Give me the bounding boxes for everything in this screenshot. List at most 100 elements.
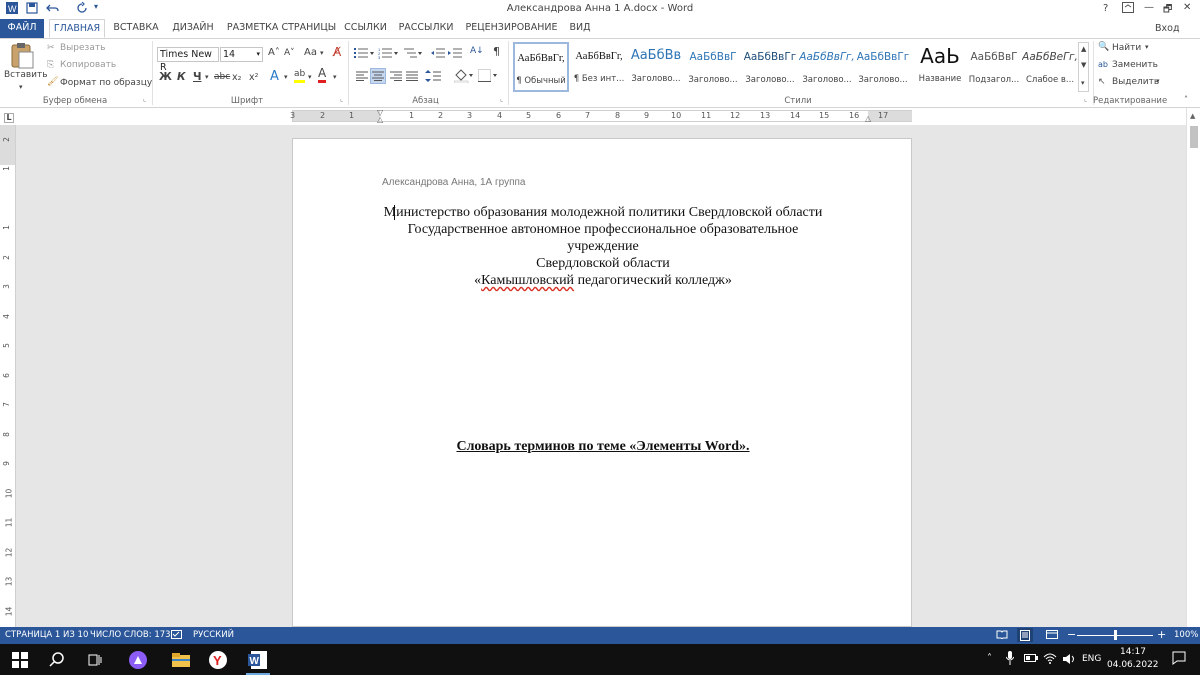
read-mode-icon[interactable]: [996, 630, 1008, 642]
minimize-button[interactable]: —: [1144, 2, 1154, 13]
line-spacing-icon[interactable]: [425, 70, 445, 85]
right-indent-icon[interactable]: △: [865, 114, 871, 123]
battery-icon[interactable]: [1024, 654, 1038, 665]
show-marks-button[interactable]: ¶: [493, 45, 500, 58]
language-status[interactable]: РУССКИЙ: [193, 630, 234, 640]
alice-assistant-icon[interactable]: [128, 650, 148, 670]
select-button[interactable]: Выделить: [1112, 77, 1159, 87]
task-view-icon[interactable]: [85, 650, 105, 670]
bold-button[interactable]: Ж: [159, 71, 172, 83]
font-name-combo[interactable]: Times New R: [157, 47, 219, 73]
print-layout-icon[interactable]: [1017, 628, 1033, 642]
increase-indent-icon[interactable]: [448, 47, 462, 62]
input-language[interactable]: ENG: [1082, 654, 1101, 664]
strikethrough-button[interactable]: abc: [214, 72, 230, 82]
styles-launcher-icon[interactable]: ⌞: [1084, 95, 1087, 103]
volume-icon[interactable]: [1062, 653, 1076, 668]
select-dropdown-icon[interactable]: ▾: [1156, 77, 1160, 85]
borders-icon[interactable]: [478, 69, 498, 86]
styles-down-icon[interactable]: ▼: [1081, 61, 1086, 69]
yandex-browser-icon[interactable]: Y: [208, 650, 228, 670]
paste-button[interactable]: Вставить: [4, 70, 48, 80]
zoom-level[interactable]: 100%: [1174, 630, 1198, 640]
align-left-icon[interactable]: [356, 71, 368, 84]
copy-icon[interactable]: ⎘: [47, 60, 54, 70]
document-page[interactable]: Александрова Анна, 1А группа Министерств…: [292, 138, 912, 627]
cut-button[interactable]: Вырезать: [60, 43, 105, 53]
style-subtle-emphasis[interactable]: АаБбВеГг, Слабое в...: [1022, 42, 1078, 92]
paste-dropdown-icon[interactable]: ▾: [19, 83, 23, 91]
style-normal[interactable]: АаБбВвГг, ¶ Обычный: [513, 42, 569, 92]
style-no-spacing[interactable]: АаБбВвГг, ¶ Без инт...: [571, 42, 627, 92]
subscript-button[interactable]: x₂: [232, 72, 241, 83]
find-icon[interactable]: 🔍: [1098, 42, 1109, 52]
style-title[interactable]: АаЬ Название: [912, 42, 968, 92]
multilevel-list-icon[interactable]: [402, 47, 422, 62]
scroll-up-icon[interactable]: ▲: [1190, 112, 1195, 120]
clipboard-launcher-icon[interactable]: ⌞: [143, 95, 146, 103]
tab-home[interactable]: ГЛАВНАЯ: [49, 19, 105, 38]
file-explorer-icon[interactable]: [171, 650, 191, 670]
tab-view[interactable]: ВИД: [565, 19, 595, 38]
tab-layout[interactable]: РАЗМЕТКА СТРАНИЦЫ: [225, 19, 338, 38]
word-taskbar-icon[interactable]: W: [248, 650, 268, 670]
web-layout-icon[interactable]: [1046, 630, 1058, 642]
collapse-ribbon-icon[interactable]: ˄: [1184, 95, 1188, 104]
help-button[interactable]: ?: [1103, 3, 1108, 14]
page-count-status[interactable]: СТРАНИЦА 1 ИЗ 10: [5, 630, 88, 640]
style-heading-4[interactable]: АаБбВвГг, Заголово...: [799, 42, 855, 92]
superscript-button[interactable]: x²: [249, 72, 258, 83]
align-right-icon[interactable]: [390, 71, 402, 84]
tray-chevron-icon[interactable]: ˄: [987, 653, 992, 664]
copy-button[interactable]: Копировать: [60, 60, 116, 70]
style-heading-2[interactable]: АаБбВвГ Заголово...: [685, 42, 741, 92]
styles-more-icon[interactable]: ▾: [1081, 79, 1085, 87]
replace-icon[interactable]: ab: [1098, 60, 1108, 69]
find-button[interactable]: Найти: [1112, 43, 1141, 53]
tab-file[interactable]: ФАЙЛ: [0, 19, 44, 38]
underline-button[interactable]: Ч: [193, 71, 202, 83]
paragraph-launcher-icon[interactable]: ⌞: [500, 95, 503, 103]
highlight-dropdown-icon[interactable]: ▾: [308, 73, 312, 81]
sign-in-link[interactable]: Вход: [1155, 23, 1180, 34]
scroll-thumb[interactable]: [1190, 126, 1198, 148]
ribbon-display-icon[interactable]: [1122, 2, 1134, 16]
zoom-out-button[interactable]: −: [1067, 628, 1076, 641]
bullets-icon[interactable]: [354, 47, 374, 62]
underline-dropdown-icon[interactable]: ▾: [205, 73, 209, 81]
microphone-icon[interactable]: [1005, 651, 1015, 668]
decrease-indent-icon[interactable]: [431, 47, 445, 62]
find-dropdown-icon[interactable]: ▾: [1145, 43, 1149, 51]
clock-time[interactable]: 14:17: [1120, 647, 1146, 657]
windows-start-icon[interactable]: [10, 650, 30, 670]
font-color-dropdown-icon[interactable]: ▾: [333, 73, 337, 81]
format-painter-button[interactable]: Формат по образцу: [60, 78, 152, 88]
select-icon[interactable]: ↖: [1098, 77, 1106, 87]
tab-review[interactable]: РЕЦЕНЗИРОВАНИЕ: [465, 19, 558, 38]
italic-button[interactable]: К: [177, 71, 186, 83]
cut-icon[interactable]: ✂: [47, 43, 55, 53]
tab-selector[interactable]: L: [4, 113, 14, 123]
word-count-status[interactable]: ЧИСЛО СЛОВ: 173: [90, 630, 171, 640]
style-heading-5[interactable]: АаБбВвГг Заголово...: [855, 42, 911, 92]
align-center-icon[interactable]: [370, 68, 386, 84]
notifications-icon[interactable]: [1172, 651, 1186, 668]
zoom-in-button[interactable]: +: [1157, 628, 1166, 641]
restore-button[interactable]: 🗗: [1163, 2, 1172, 19]
format-painter-icon[interactable]: 🖌: [47, 77, 58, 87]
change-case-button[interactable]: Aa: [304, 47, 317, 58]
clock-date[interactable]: 04.06.2022: [1107, 660, 1159, 670]
clear-formatting-icon[interactable]: A̸: [333, 45, 341, 59]
style-heading-3[interactable]: АаБбВвГг Заголово...: [742, 42, 798, 92]
horizontal-ruler[interactable]: 3 2 1 1 2 3 4 5 6 7 8 9 10 11 12 13 14 1…: [290, 108, 912, 124]
vertical-scrollbar[interactable]: ▲: [1186, 108, 1200, 628]
style-heading-1[interactable]: АаБбВв Заголово...: [628, 42, 684, 92]
justify-icon[interactable]: [406, 71, 418, 84]
text-effects-dropdown-icon[interactable]: ▾: [284, 73, 288, 81]
font-color-button[interactable]: A: [318, 67, 327, 83]
font-launcher-icon[interactable]: ⌞: [340, 95, 343, 103]
shading-icon[interactable]: [453, 69, 474, 86]
styles-up-icon[interactable]: ▲: [1081, 45, 1086, 53]
wifi-icon[interactable]: [1043, 652, 1057, 667]
tab-mailings[interactable]: РАССЫЛКИ: [396, 19, 456, 38]
